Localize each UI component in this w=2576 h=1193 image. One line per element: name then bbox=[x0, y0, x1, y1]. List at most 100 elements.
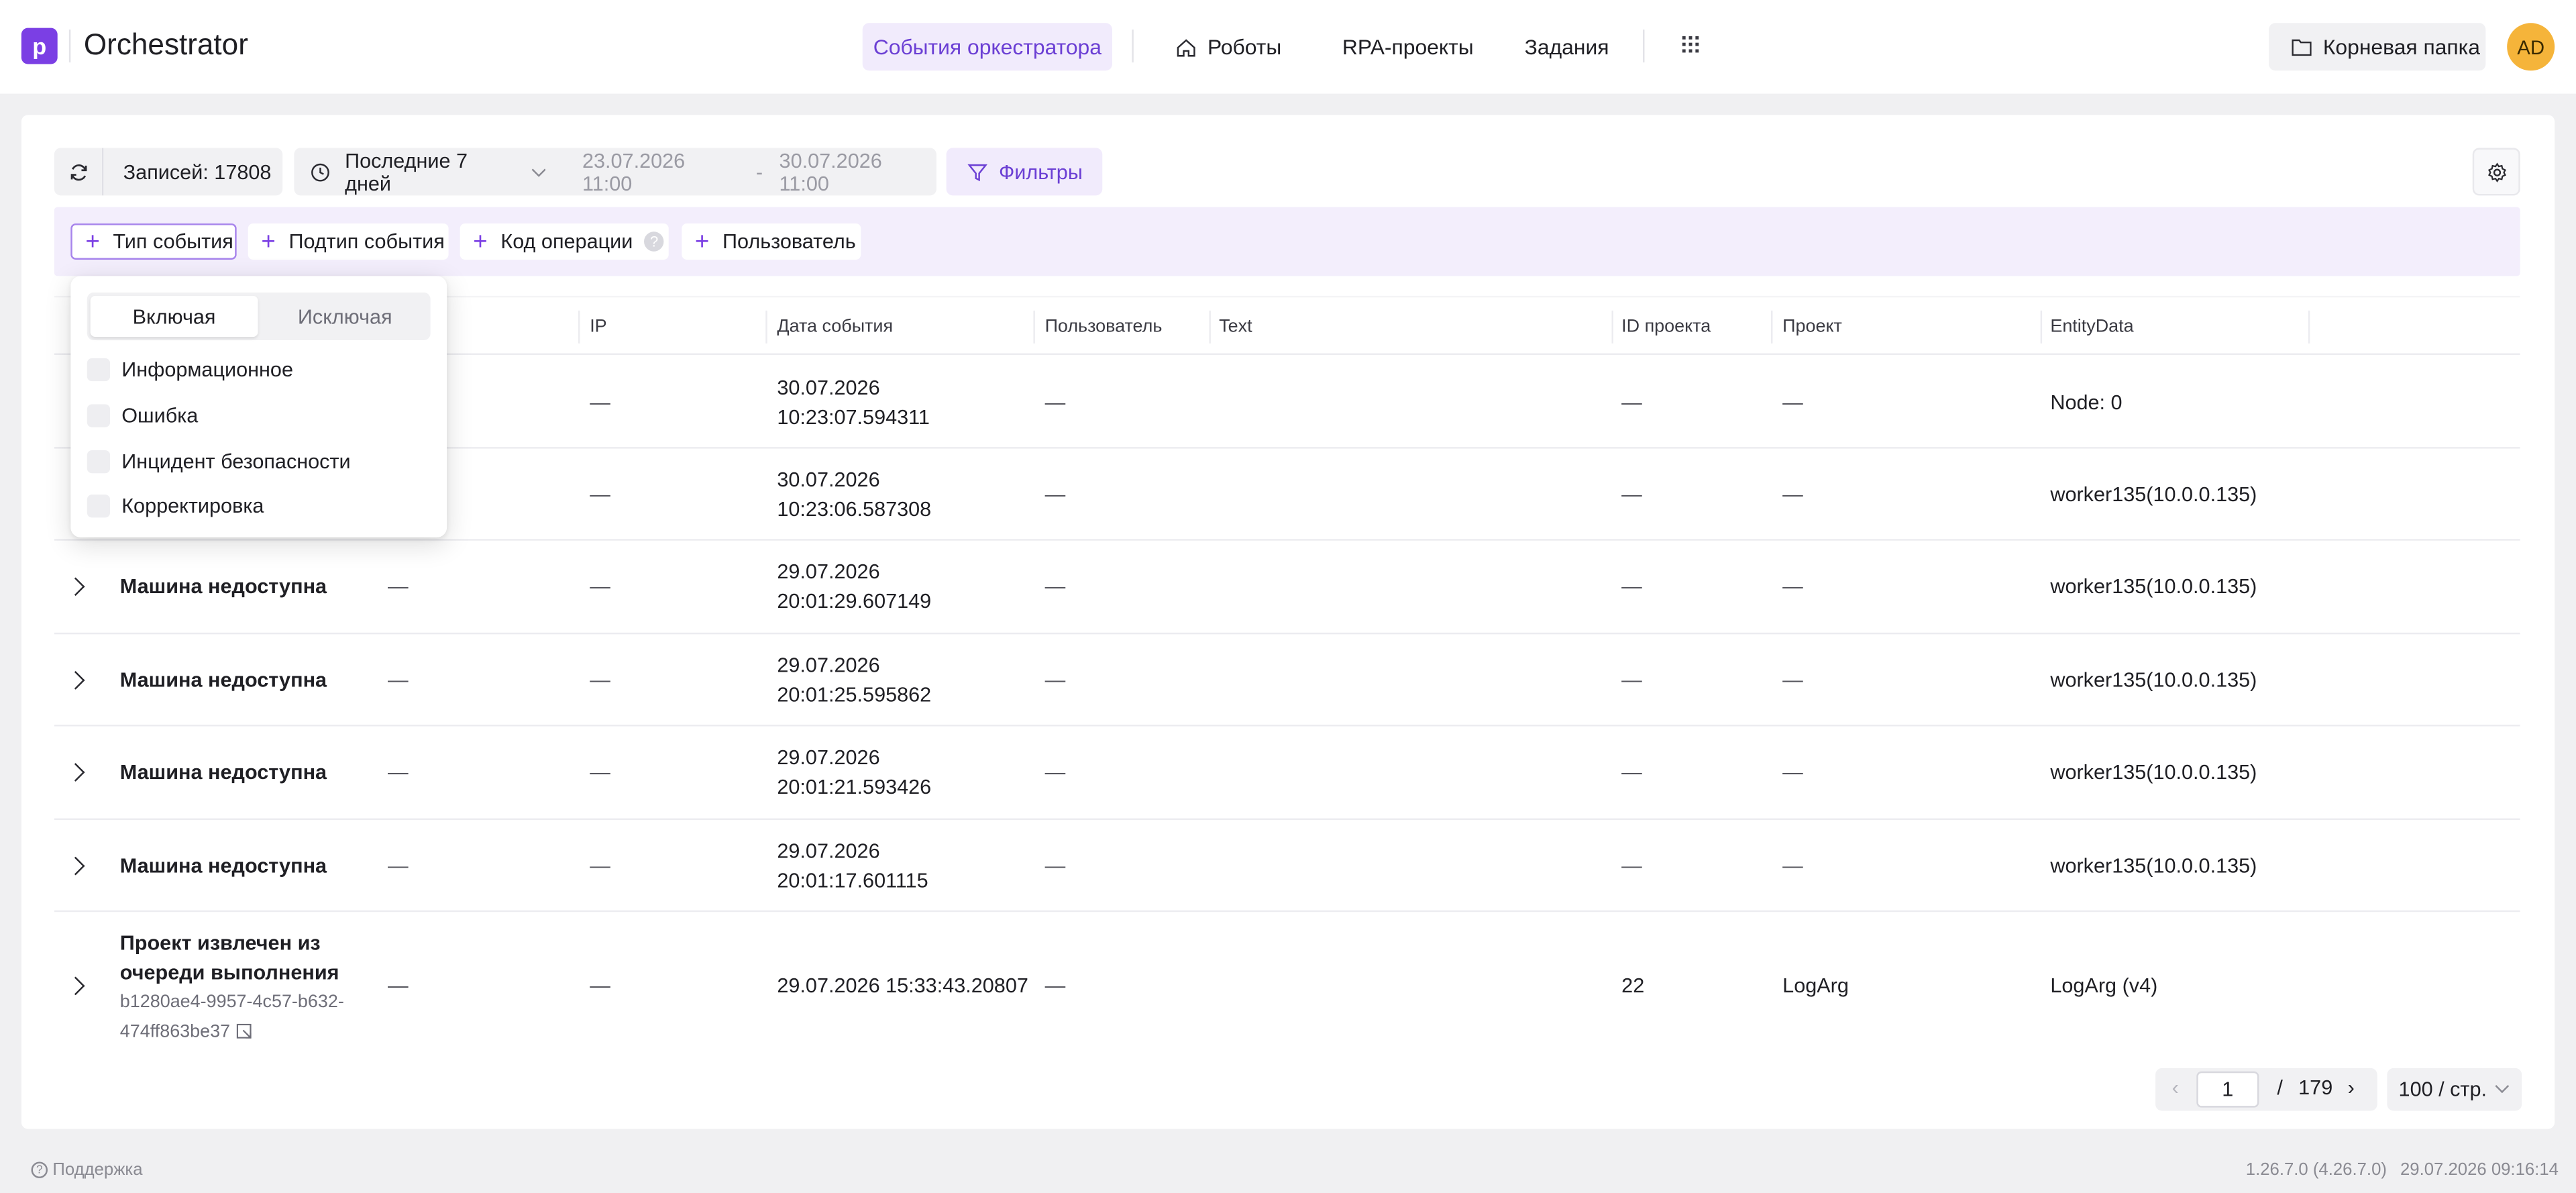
table-row[interactable]: Машина недоступна — — 29.07.2026 20:01:2… bbox=[54, 541, 2520, 635]
checkbox[interactable] bbox=[87, 450, 111, 474]
cell-date: 29.07.2026 bbox=[777, 560, 880, 584]
cell-ip: — bbox=[590, 668, 610, 692]
cell-entitydata: worker135(10.0.0.135) bbox=[2050, 668, 2257, 692]
checkbox-adjustment[interactable]: Корректировка bbox=[87, 490, 264, 523]
cell-user: — bbox=[1044, 483, 1066, 507]
chip-user[interactable]: + Пользователь bbox=[682, 223, 861, 260]
chevron-down-icon bbox=[2495, 1079, 2510, 1094]
pagination: ‹ 1 / 179 › bbox=[2155, 1068, 2377, 1111]
chevron-right-icon[interactable] bbox=[66, 577, 85, 596]
cell-event-id-row: 474ff863be37 bbox=[120, 1017, 254, 1047]
help-icon: ? bbox=[31, 1161, 48, 1178]
date-to[interactable]: 30.07.2026 11:00 bbox=[780, 149, 936, 195]
column-header-entitydata[interactable]: EntityData bbox=[2050, 317, 2133, 337]
page-number-input[interactable]: 1 bbox=[2196, 1071, 2259, 1108]
cell-project-id: — bbox=[1621, 668, 1642, 692]
table-row[interactable]: Машина недоступна — — 29.07.2026 20:01:1… bbox=[54, 820, 2520, 913]
cell-project-id: — bbox=[1621, 483, 1642, 507]
cell-ip: — bbox=[590, 760, 610, 784]
nav-robots-label: Роботы bbox=[1208, 34, 1282, 60]
avatar[interactable]: AD bbox=[2507, 23, 2555, 71]
column-header-ip[interactable]: IP bbox=[590, 317, 606, 337]
chip-event-type[interactable]: + Тип события bbox=[70, 223, 237, 260]
column-divider bbox=[2040, 310, 2043, 344]
cell-date: 29.07.2026 bbox=[777, 839, 880, 863]
page-separator: / bbox=[2277, 1076, 2283, 1100]
filters-button[interactable]: Фильтры bbox=[946, 148, 1103, 196]
help-icon[interactable]: ? bbox=[644, 231, 664, 252]
table-row[interactable]: Машина недоступна — — 29.07.2026 20:01:2… bbox=[54, 726, 2520, 821]
cell-user: — bbox=[1044, 575, 1066, 599]
column-divider bbox=[1611, 310, 1613, 344]
table-row[interactable]: Проект извлечен из очереди выполнения b1… bbox=[54, 912, 2520, 1051]
chip-event-subtype[interactable]: + Подтип события bbox=[248, 223, 449, 260]
total-pages: 179 bbox=[2298, 1076, 2333, 1100]
column-header-user[interactable]: Пользователь bbox=[1045, 317, 1163, 337]
chevron-right-icon[interactable] bbox=[66, 763, 85, 782]
nav-tasks[interactable]: Задания bbox=[1525, 23, 1609, 70]
checkbox-label: Инцидент безопасности bbox=[121, 450, 351, 474]
support-label: Поддержка bbox=[52, 1159, 143, 1180]
period-picker[interactable]: Последние 7 дней 23.07.2026 11:00 - 30.0… bbox=[294, 148, 936, 196]
filter-icon bbox=[967, 163, 987, 180]
cell-project: — bbox=[1782, 668, 1803, 692]
footer: ? Поддержка 1.26.7.0 (4.26.7.0) 29.07.20… bbox=[0, 1150, 2576, 1193]
column-header-project[interactable]: Проект bbox=[1782, 317, 1842, 337]
column-header-text[interactable]: Text bbox=[1219, 317, 1252, 337]
checkbox-security-incident[interactable]: Инцидент безопасности bbox=[87, 446, 351, 478]
cell-ip: — bbox=[590, 391, 610, 415]
checkbox-informational[interactable]: Информационное bbox=[87, 354, 293, 386]
cell-user: — bbox=[1044, 760, 1066, 784]
divider bbox=[1132, 30, 1134, 63]
chevron-down-icon bbox=[531, 168, 545, 176]
nav-robots[interactable]: Роботы bbox=[1176, 23, 1281, 70]
root-folder-label: Корневая папка bbox=[2322, 34, 2481, 60]
apps-grid-icon[interactable] bbox=[1682, 36, 1699, 53]
app-logo[interactable]: p bbox=[21, 28, 58, 64]
cell-project: — bbox=[1782, 391, 1803, 415]
chevron-right-icon[interactable]: › bbox=[2348, 1076, 2355, 1099]
cell-project: — bbox=[1782, 575, 1803, 599]
exclude-option[interactable]: Исключая bbox=[263, 296, 427, 337]
top-bar: p Orchestrator События оркестратора Робо… bbox=[0, 0, 2576, 94]
table-row[interactable]: Машина недоступна — — 29.07.2026 20:01:2… bbox=[54, 634, 2520, 727]
cell-event-name: очереди выполнения bbox=[119, 961, 339, 984]
cell-user: — bbox=[1044, 974, 1066, 998]
support-link[interactable]: ? Поддержка bbox=[31, 1159, 143, 1180]
copy-icon[interactable] bbox=[237, 1023, 253, 1040]
column-header-project-id[interactable]: ID проекта bbox=[1621, 317, 1711, 337]
column-divider bbox=[1209, 310, 1211, 344]
cell-event-name: Машина недоступна bbox=[119, 668, 327, 692]
app-title: Orchestrator bbox=[83, 28, 248, 61]
cell-project-id: — bbox=[1621, 575, 1642, 599]
nav-events[interactable]: События оркестратора bbox=[862, 23, 1112, 71]
chip-operation-code[interactable]: + Код операции ? bbox=[460, 223, 669, 260]
column-header-date[interactable]: Дата события bbox=[777, 317, 893, 337]
root-folder-button[interactable]: Корневая папка bbox=[2269, 23, 2486, 71]
column-divider bbox=[2308, 310, 2310, 344]
divider bbox=[1643, 30, 1645, 63]
chevron-left-icon[interactable]: ‹ bbox=[2172, 1076, 2179, 1099]
table-settings-button[interactable] bbox=[2472, 148, 2520, 196]
page-size-select[interactable]: 100 / стр. bbox=[2387, 1068, 2522, 1111]
checkbox[interactable] bbox=[87, 404, 111, 427]
cell-ip: — bbox=[590, 974, 610, 998]
checkbox[interactable] bbox=[87, 495, 111, 518]
date-separator: - bbox=[755, 160, 763, 184]
period-label: Последние 7 дней bbox=[345, 148, 468, 195]
include-option[interactable]: Включая bbox=[90, 295, 258, 338]
cell-time: 10:23:06.587308 bbox=[777, 498, 932, 521]
refresh-button[interactable] bbox=[54, 148, 102, 196]
date-from[interactable]: 23.07.2026 11:00 bbox=[582, 149, 739, 195]
nav-tasks-label: Задания bbox=[1524, 34, 1609, 60]
cell-value: — bbox=[387, 974, 409, 998]
chevron-right-icon[interactable] bbox=[66, 671, 85, 690]
chevron-right-icon[interactable] bbox=[66, 856, 85, 876]
column-divider bbox=[1033, 310, 1035, 344]
chevron-right-icon[interactable] bbox=[66, 976, 85, 996]
cell-date: 29.07.2026 bbox=[777, 745, 880, 770]
nav-rpa-projects[interactable]: RPA-проекты bbox=[1342, 23, 1474, 70]
cell-date: 29.07.2026 15:33:43.20807 bbox=[777, 974, 1028, 998]
checkbox[interactable] bbox=[87, 358, 111, 382]
checkbox-error[interactable]: Ошибка bbox=[87, 399, 198, 432]
